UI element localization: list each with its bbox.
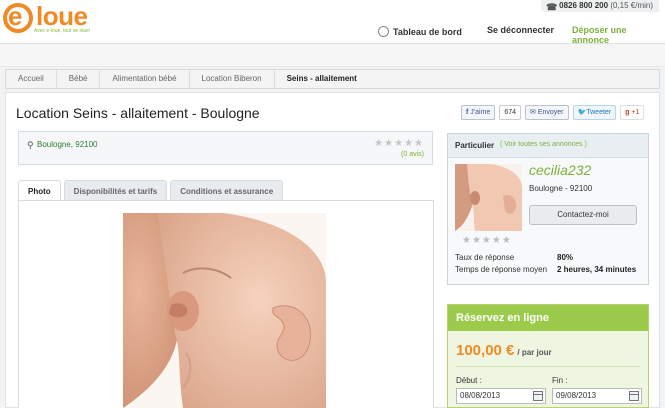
twitter-icon: 🐦: [577, 109, 587, 116]
tab-conditions[interactable]: Conditions et assurance: [170, 180, 284, 201]
breadcrumb: Accueil Bébé Alimentation bébé Location …: [5, 69, 660, 89]
phone-number-text: 0826 800 200: [559, 1, 609, 10]
user-icon: [378, 26, 389, 37]
google-icon: g: [625, 109, 630, 116]
booking-title: Réservez en ligne: [456, 312, 549, 324]
location-text[interactable]: Boulogne, 92100: [37, 140, 98, 149]
like-label: J'aime: [470, 109, 491, 116]
breadcrumb-item-current: Seins - allaitement: [286, 74, 357, 83]
owner-box-header: Particulier ( Voir toutes ses annonces ): [448, 134, 648, 158]
rating-stars: ★★★★★: [374, 138, 424, 149]
map-pin-icon: ⚲: [27, 140, 34, 150]
baby-photo-image: [123, 213, 326, 408]
owner-box: Particulier ( Voir toutes ses annonces )…: [447, 133, 649, 285]
all-ads-link[interactable]: ( Voir toutes ses annonces ): [500, 141, 587, 148]
phone-rate: (0,15 €/min): [610, 1, 653, 10]
booking-box: Réservez en ligne 100,00 € / par jour Déb…: [447, 304, 649, 408]
divider: [456, 366, 640, 367]
calendar-icon[interactable]: [629, 391, 639, 401]
tweet-label: Tweeter: [586, 109, 612, 116]
price-unit: / par jour: [517, 348, 552, 357]
avatar[interactable]: [455, 164, 522, 231]
phone-number: ☎ 0826 800 200 (0,15 €/min): [541, 0, 659, 12]
site-header: e loue Avec e-loue, tout se loue! ☎ 0826…: [0, 0, 665, 45]
logo-word: loue: [36, 1, 88, 31]
contact-button[interactable]: Contactez-moi: [529, 205, 637, 225]
google-plus-button[interactable]: g +1: [620, 105, 645, 120]
tab-availability[interactable]: Disponibilités et tarifs: [63, 180, 168, 201]
response-rate-label: Taux de réponse: [455, 253, 515, 262]
booking-header: Réservez en ligne: [448, 305, 648, 331]
price: 100,00 €: [456, 342, 515, 359]
post-ad-link[interactable]: Déposer une annonce: [572, 25, 665, 45]
gplus-label: +1: [631, 109, 640, 116]
tab-photo[interactable]: Photo: [18, 180, 61, 201]
breadcrumb-item-baby-food[interactable]: Alimentation bébé: [100, 70, 190, 88]
location-box: ⚲ Boulogne, 92100 ★★★★★ (0 avis): [18, 131, 433, 165]
owner-username[interactable]: cecilia232: [529, 162, 591, 178]
end-date-label: Fin :: [552, 376, 568, 385]
response-time-value: 2 heures, 34 minutes: [557, 265, 637, 274]
breadcrumb-item-home[interactable]: Accueil: [6, 70, 57, 88]
calendar-icon[interactable]: [533, 391, 543, 401]
start-date-value: 08/08/2013: [460, 391, 501, 400]
owner-rating-stars: ★★★★★: [462, 235, 512, 246]
logo-tagline: Avec e-loue, tout se loue!: [34, 28, 91, 34]
start-date-input[interactable]: 08/08/2013: [456, 388, 546, 404]
price-row: 100,00 € / par jour: [456, 342, 552, 359]
owner-city: Boulogne - 92100: [529, 184, 593, 193]
header-band: [0, 45, 665, 67]
breadcrumb-item-bottle[interactable]: Location Biberon: [190, 70, 275, 88]
response-rate-value: 80%: [557, 253, 574, 262]
dashboard-label: Tableau de bord: [393, 27, 462, 37]
response-time-label: Temps de réponse moyen: [455, 265, 548, 274]
listing-tabs: Photo Disponibilités et tarifs Condition…: [18, 180, 284, 201]
start-date-label: Début :: [456, 376, 482, 385]
facebook-icon: f: [466, 109, 469, 116]
send-button[interactable]: ✉ Envoyer: [525, 105, 569, 120]
avatar-image: [455, 164, 522, 231]
end-date-value: 09/08/2013: [556, 391, 597, 400]
like-count: 674: [499, 105, 521, 120]
tweet-button[interactable]: 🐦Tweeter: [572, 105, 617, 120]
rating-count[interactable]: (0 avis): [401, 151, 424, 158]
phone-icon: ☎: [546, 2, 558, 12]
listing-photo[interactable]: [123, 213, 326, 408]
social-buttons: f J'aime 674 ✉ Envoyer 🐦Tweeter g +1: [461, 105, 645, 120]
facebook-like-button[interactable]: f J'aime: [461, 105, 496, 120]
end-date-input[interactable]: 09/08/2013: [552, 388, 642, 404]
breadcrumb-item-baby[interactable]: Bébé: [57, 70, 101, 88]
logout-link[interactable]: Se déconnecter: [487, 25, 554, 35]
dashboard-link[interactable]: Tableau de bord: [378, 24, 462, 37]
logo-letter: e: [8, 1, 23, 31]
page-title: Location Seins - allaitement - Boulogne: [16, 105, 260, 121]
owner-type: Particulier: [455, 141, 495, 150]
send-label: Envoyer: [537, 109, 564, 116]
send-icon: ✉: [530, 109, 536, 116]
